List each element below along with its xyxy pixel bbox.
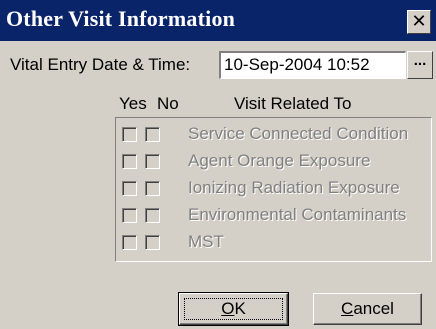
environmental-yes-checkbox[interactable] [122,208,137,223]
mst-no-checkbox[interactable] [145,235,160,250]
dialog-title: Other Visit Information [6,6,236,31]
ok-button[interactable]: OK [178,292,289,326]
vital-entry-date-field[interactable]: 10-Sep-2004 10:52 [219,51,406,79]
visit-related-header: Visit Related To [234,94,352,113]
service-connected-no-checkbox[interactable] [145,127,160,142]
service-connected-label: Service Connected Condition [188,124,409,143]
visit-related-row-environmental: Environmental Contaminants [116,203,433,225]
service-connected-yes-checkbox[interactable] [122,127,137,142]
ok-focus-rect [184,298,283,320]
visit-related-group: Service Connected Condition Agent Orange… [115,117,432,262]
ionizing-radiation-label: Ionizing Radiation Exposure [188,178,400,197]
date-picker-button[interactable]: ... [407,51,433,79]
close-icon: ✕ [411,11,427,32]
agent-orange-no-checkbox[interactable] [145,154,160,169]
ionizing-radiation-yes-checkbox[interactable] [122,181,137,196]
visit-related-row-ionizing-radiation: Ionizing Radiation Exposure [116,176,433,198]
title-bar[interactable]: Other Visit Information ✕ [0,0,436,41]
visit-related-row-agent-orange: Agent Orange Exposure [116,149,433,171]
close-button[interactable]: ✕ [407,10,431,34]
cancel-button[interactable]: Cancel [313,293,422,325]
agent-orange-yes-checkbox[interactable] [122,154,137,169]
vital-entry-label: Vital Entry Date & Time: [10,55,191,74]
visit-related-row-service-connected: Service Connected Condition [116,122,433,144]
no-column-header: No [157,94,179,113]
other-visit-information-dialog: Other Visit Information ✕ Vital Entry Da… [0,0,436,329]
visit-related-row-mst: MST [116,230,433,252]
environmental-label: Environmental Contaminants [188,205,407,224]
cancel-mnemonic: C [341,299,354,318]
cancel-label-rest: ancel [353,299,394,318]
mst-label: MST [188,232,224,251]
ionizing-radiation-no-checkbox[interactable] [145,181,160,196]
environmental-no-checkbox[interactable] [145,208,160,223]
yes-column-header: Yes [119,94,147,113]
mst-yes-checkbox[interactable] [122,235,137,250]
ellipsis-icon: ... [413,52,427,69]
agent-orange-label: Agent Orange Exposure [188,151,371,170]
